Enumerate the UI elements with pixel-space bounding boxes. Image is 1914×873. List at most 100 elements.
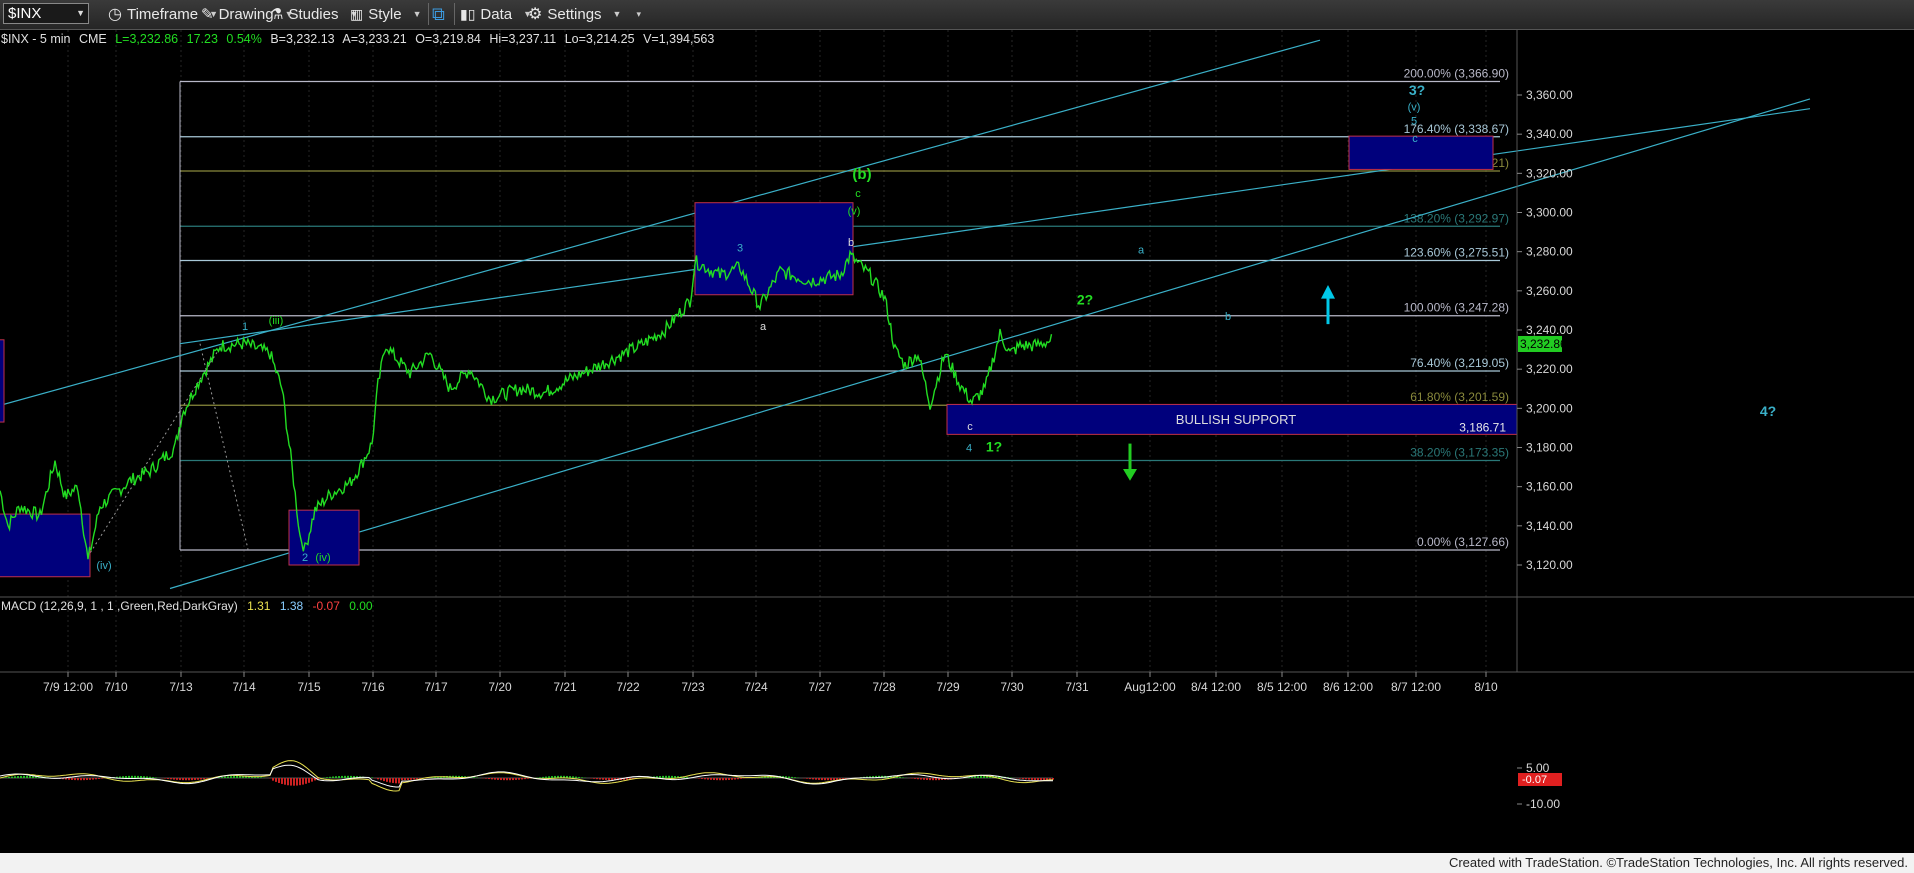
fib-label: 138.20% (3,292.97) [1404, 211, 1509, 225]
target-boxes: BULLISH SUPPORT 3,186.71 [0, 135, 1518, 578]
wave-label: 2 [302, 552, 308, 564]
fibonacci-levels: 200.00% (3,366.90) 176.40% (3,338.67) 1 61.… [84, 66, 1509, 562]
wave-label: 4 [966, 442, 972, 454]
quote-header: $INX - 5 min CME L=3,232.86 17.23 0.54% … [1, 32, 714, 46]
wave-label: 5 [1411, 115, 1417, 127]
down-arrow-head [1123, 469, 1137, 481]
last-price-label: 3,232.86 [1520, 337, 1567, 351]
time-label: 7/21 [553, 680, 577, 694]
header-open: O=3,219.84 [415, 32, 481, 46]
header-high: Hi=3,237.11 [489, 32, 556, 46]
time-label: 8/7 12:00 [1391, 680, 1441, 694]
support-label: BULLISH SUPPORT [1176, 412, 1296, 427]
fib-label: 61.80% (3,201.59) [1410, 390, 1509, 404]
price-tick-label: 3,280.00 [1526, 245, 1573, 259]
fib-label: 38.20% (3,173.35) [1410, 446, 1509, 460]
header-exchange: CME [79, 32, 107, 46]
price-tick-label: 3,220.00 [1526, 362, 1573, 376]
wave-label: (v) [1408, 102, 1421, 114]
target-box [0, 513, 91, 578]
macd-value-2: 1.38 [280, 599, 304, 613]
price-axis[interactable]: 3,120.00 3,140.00 3,160.00 3,180.00 3,200.00… [1516, 30, 1573, 672]
macd-panel: 5.00 -10.00 -0.07 [0, 597, 1562, 811]
time-label: 7/13 [169, 680, 193, 694]
fib-label: 123.60% (3,275.51) [1404, 245, 1509, 259]
wave-labels: 1 (iii)2(iv)(iv)3ab(v)c(b)c4 1?2?ab3?(v)5c… [96, 82, 1776, 572]
time-label: 8/5 12:00 [1257, 680, 1307, 694]
time-label: 7/27 [808, 680, 832, 694]
projection-dotted-line [199, 343, 249, 550]
time-label: 7/20 [488, 680, 512, 694]
price-tick-label: 3,260.00 [1526, 284, 1573, 298]
time-label: 8/4 12:00 [1191, 680, 1241, 694]
header-bid: B=3,232.13 [270, 32, 334, 46]
copyright-text: Created with TradeStation. ©TradeStation… [1448, 855, 1908, 870]
macd-value-4: 0.00 [349, 599, 373, 613]
price-tick-label: 3,140.00 [1526, 519, 1573, 533]
header-last: L=3,232.86 [115, 32, 178, 46]
macd-tick-label: 5.00 [1526, 761, 1550, 775]
wave-label: (iv) [96, 560, 111, 572]
wave-label: b [1225, 311, 1231, 323]
price-chart[interactable]: 200.00% (3,366.90) 176.40% (3,338.67) 1 61.… [0, 0, 1914, 853]
wave-label: (iii) [269, 315, 284, 327]
time-label: 7/16 [361, 680, 385, 694]
time-label: 7/22 [616, 680, 640, 694]
wave-label: 2? [1077, 292, 1093, 308]
macd-value-3: -0.07 [313, 599, 341, 613]
time-label: 8/6 12:00 [1323, 680, 1373, 694]
time-label: 8/10 [1474, 680, 1498, 694]
vertical-gridlines [67, 30, 1487, 672]
time-label: 7/17 [424, 680, 448, 694]
price-tick-label: 3,200.00 [1526, 401, 1573, 415]
time-axis[interactable]: 7/9 12:00 7/10 7/13 7/14 7/15 7/16 7/17 7/20 7/2… [43, 672, 1498, 694]
header-change-pct: 0.54% [226, 32, 261, 46]
time-label: 7/30 [1000, 680, 1024, 694]
target-box [1348, 135, 1494, 170]
target-box [0, 339, 5, 423]
price-tick-label: 3,360.00 [1526, 88, 1573, 102]
price-tick-label: 3,320.00 [1526, 166, 1573, 180]
wave-label: c [855, 188, 861, 200]
wave-label: 4? [1760, 403, 1776, 419]
wave-label: 1 [242, 321, 248, 333]
up-arrow-head [1321, 284, 1335, 299]
price-tick-label: 3,300.00 [1526, 206, 1573, 220]
time-label: 7/10 [104, 680, 128, 694]
support-price-label: 3,186.71 [1459, 420, 1506, 434]
time-label: 7/9 12:00 [43, 680, 93, 694]
macd-value-1: 1.31 [247, 599, 271, 613]
macd-tick-label: -10.00 [1526, 797, 1560, 811]
macd-signal-line [0, 764, 1054, 788]
time-label: 7/31 [1065, 680, 1089, 694]
price-tick-label: 3,240.00 [1526, 323, 1573, 337]
fib-label: 176.40% (3,338.67) [1404, 122, 1509, 136]
wave-label: (b) [852, 166, 871, 183]
price-tick-label: 3,160.00 [1526, 480, 1573, 494]
price-tick-label: 3,120.00 [1526, 558, 1573, 572]
wave-label: b [848, 237, 854, 249]
macd-header: MACD (12,26,9, 1 , 1 ,Green,Red,DarkGray… [1, 599, 373, 613]
footer: Created with TradeStation. ©TradeStation… [0, 853, 1914, 873]
header-change: 17.23 [187, 32, 218, 46]
price-tick-label: 3,340.00 [1526, 127, 1573, 141]
time-label: 7/23 [681, 680, 705, 694]
header-low: Lo=3,214.25 [565, 32, 635, 46]
time-label: Aug12:00 [1124, 680, 1176, 694]
macd-label: MACD (12,26,9, 1 , 1 ,Green,Red,DarkGray… [1, 599, 238, 613]
fib-label: 0.00% (3,127.66) [1417, 535, 1509, 549]
wave-label: (iv) [315, 552, 330, 564]
time-label: 7/14 [232, 680, 256, 694]
time-label: 7/24 [744, 680, 768, 694]
wave-label: c [967, 421, 973, 433]
price-tick-label: 3,180.00 [1526, 441, 1573, 455]
time-label: 7/15 [297, 680, 321, 694]
wave-label: (v) [848, 205, 861, 217]
header-ask: A=3,233.21 [342, 32, 406, 46]
header-symbol: $INX - 5 min [1, 32, 71, 46]
time-label: 7/29 [936, 680, 960, 694]
trendline [0, 39, 1321, 406]
wave-label: 1? [986, 438, 1002, 454]
fib-label: 76.40% (3,219.05) [1410, 356, 1509, 370]
time-label: 7/28 [872, 680, 896, 694]
